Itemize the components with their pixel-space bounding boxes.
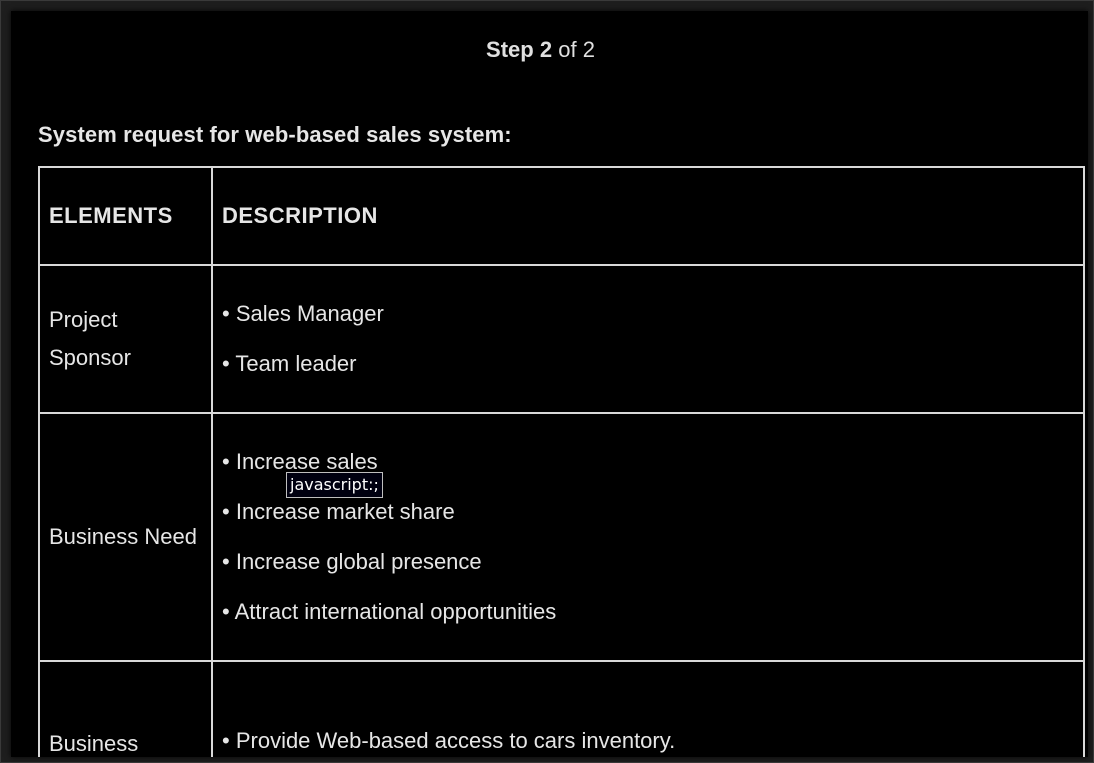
bullet-list: Sales Manager Team leader	[222, 289, 1074, 389]
element-cell: Business Need	[38, 412, 213, 662]
description-cell: Sales Manager Team leader	[211, 264, 1085, 414]
content-panel: Step 2 of 2 System request for web-based…	[11, 11, 1088, 757]
table-header-row: ELEMENTS DESCRIPTION	[38, 166, 1085, 266]
description-cell: Provide Web-based access to cars invento…	[211, 660, 1085, 757]
table-row: Business Need Increase sales Increase ma…	[38, 412, 1085, 662]
system-request-table: ELEMENTS DESCRIPTION Project Sponsor Sal…	[38, 166, 1085, 757]
step-indicator: Step 2 of 2	[11, 37, 1070, 63]
table-row: Business Provide Web-based access to car…	[38, 660, 1085, 757]
section-heading: System request for web-based sales syste…	[38, 122, 512, 147]
step-label: Step 2	[486, 37, 553, 62]
header-description: DESCRIPTION	[211, 166, 1085, 266]
bullet-list: Provide Web-based access to cars invento…	[222, 716, 1074, 757]
header-elements: ELEMENTS	[38, 166, 213, 266]
list-item: Attract international opportunities	[222, 587, 1074, 637]
bullet-list: Increase sales Increase market share Inc…	[222, 437, 1074, 637]
link-tooltip: javascript:;	[286, 472, 383, 498]
list-item: Sales Manager	[222, 289, 1074, 339]
list-item: Increase global presence	[222, 537, 1074, 587]
element-cell: Business	[38, 660, 213, 757]
element-cell: Project Sponsor	[38, 264, 213, 414]
description-cell: Increase sales Increase market share Inc…	[211, 412, 1085, 662]
step-total: of 2	[558, 37, 595, 62]
list-item: Team leader	[222, 339, 1074, 389]
list-item: Provide Web-based access to cars invento…	[222, 716, 1074, 757]
table-row: Project Sponsor Sales Manager Team leade…	[38, 264, 1085, 414]
window-frame: Step 2 of 2 System request for web-based…	[0, 0, 1094, 763]
